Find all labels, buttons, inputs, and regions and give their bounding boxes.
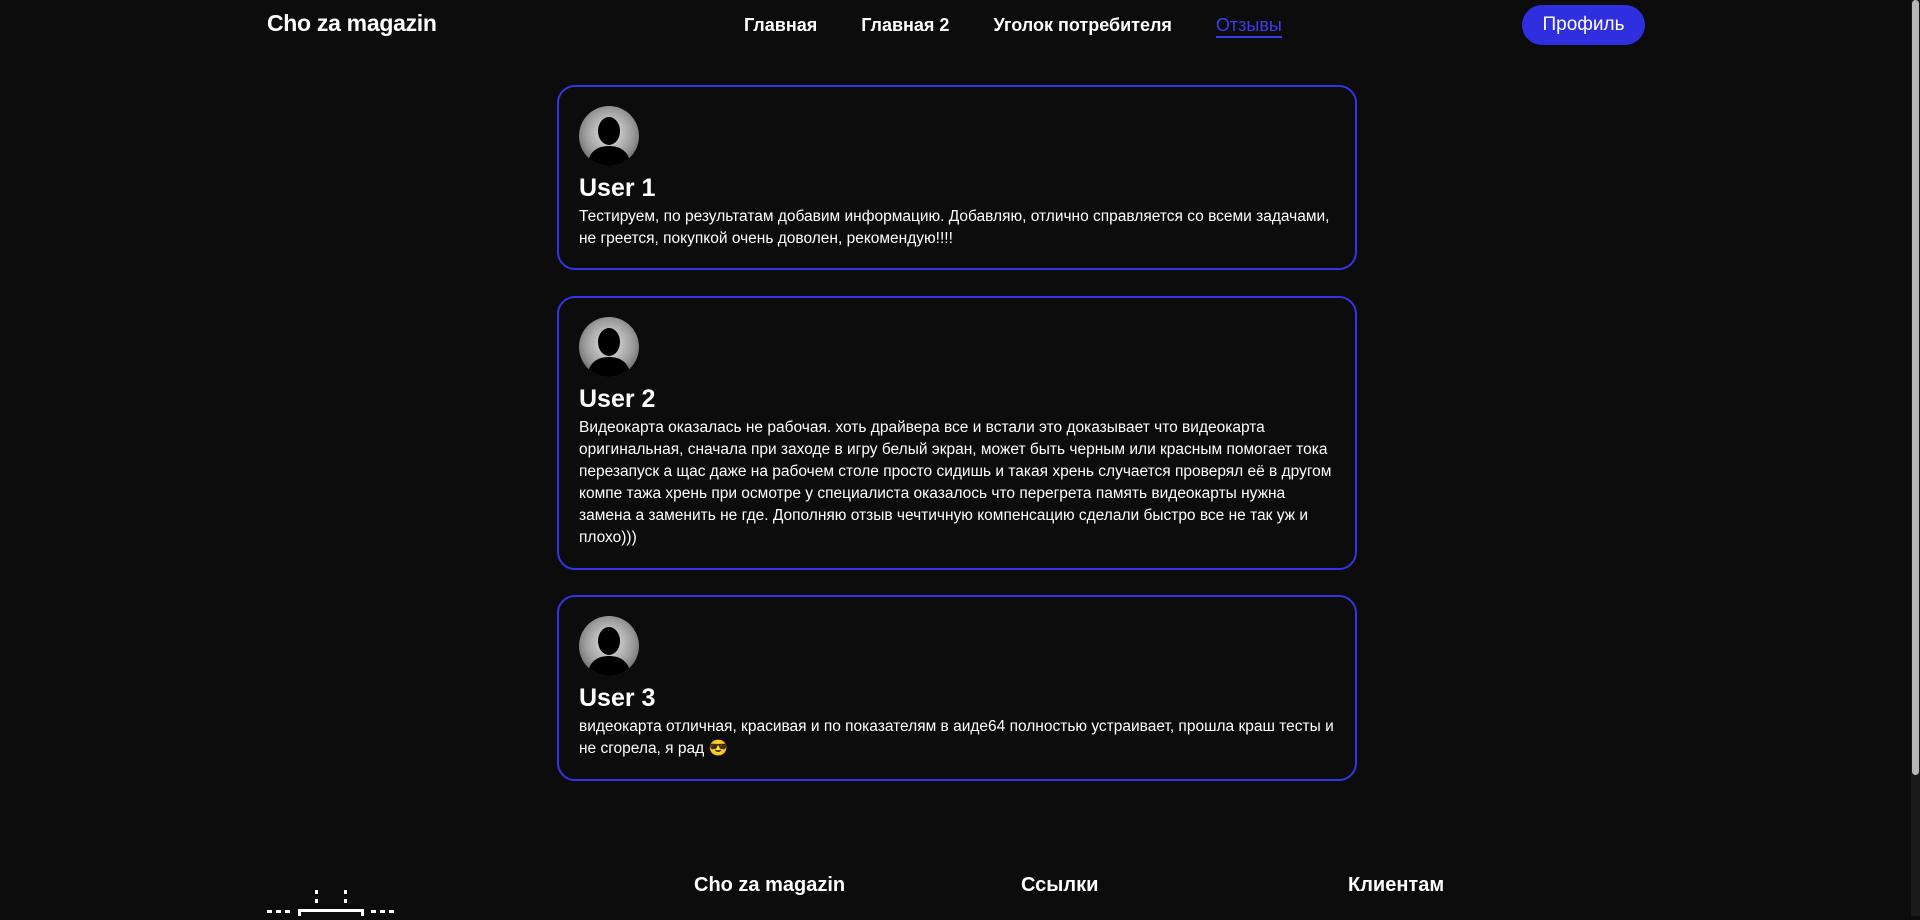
site-header: Cho za magazin Главная Главная 2 Уголок … xyxy=(0,0,1920,52)
review-card: User 2 Видеокарта оказалась не рабочая. … xyxy=(557,296,1357,570)
nav-link-consumer-corner[interactable]: Уголок потребителя xyxy=(993,14,1171,38)
scrollbar[interactable] xyxy=(1911,0,1920,916)
nav-link-reviews[interactable]: Отзывы xyxy=(1215,14,1282,38)
user-silhouette-icon xyxy=(587,117,631,166)
review-card: User 3 видеокарта отличная, красивая и п… xyxy=(557,595,1357,781)
review-user-name: User 1 xyxy=(579,174,656,202)
site-footer: Cho za magazin Ссылки Клиентам xyxy=(0,860,1920,919)
footer-logo-icon xyxy=(267,874,399,920)
footer-heading-brand: Cho za magazin xyxy=(694,874,846,896)
nav-link-home[interactable]: Главная xyxy=(744,14,817,38)
scrollbar-thumb[interactable] xyxy=(1912,0,1919,775)
review-text: Тестируем, по результатам добавим информ… xyxy=(579,208,1330,247)
review-card: User 1 Тестируем, по результатам добавим… xyxy=(557,85,1357,270)
avatar xyxy=(579,317,639,377)
main-nav: Главная Главная 2 Уголок потребителя Отз… xyxy=(744,14,1282,38)
avatar xyxy=(579,616,639,676)
footer-heading-clients: Клиентам xyxy=(1348,874,1445,896)
review-user-name: User 3 xyxy=(579,684,656,712)
user-silhouette-icon xyxy=(587,627,631,676)
site-logo[interactable]: Cho za magazin xyxy=(267,10,437,37)
avatar xyxy=(579,106,639,166)
user-silhouette-icon xyxy=(587,328,631,377)
review-user-name: User 2 xyxy=(579,385,656,413)
review-text: Видеокарта оказалась не рабочая. хоть др… xyxy=(579,419,1332,546)
footer-heading-links: Ссылки xyxy=(1021,874,1099,896)
profile-button[interactable]: Профиль xyxy=(1522,5,1645,45)
review-text: видеокарта отличная, красивая и по показ… xyxy=(579,718,1334,757)
nav-link-home-2[interactable]: Главная 2 xyxy=(861,14,949,38)
